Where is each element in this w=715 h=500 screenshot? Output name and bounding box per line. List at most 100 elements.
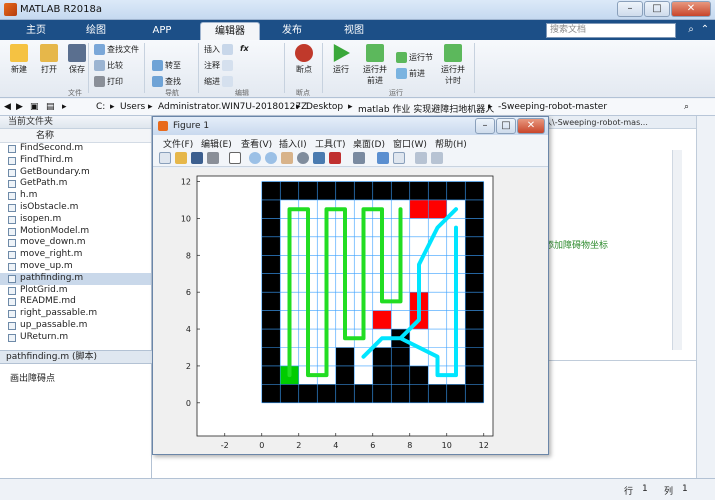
path-part-1[interactable]: Users [120, 102, 145, 112]
file-item[interactable]: move_down.m [0, 237, 151, 249]
figure-maximize-button[interactable]: □ [496, 118, 516, 134]
file-item[interactable]: FindThird.m [0, 155, 151, 167]
pan-icon[interactable] [281, 152, 293, 164]
colorbar-icon[interactable] [377, 152, 389, 164]
command-window[interactable] [545, 360, 696, 491]
run-time-button[interactable]: 运行并 计时 [436, 44, 470, 86]
minimize-button[interactable]: – [617, 1, 643, 17]
obstacle-cell [465, 199, 484, 219]
brush-icon[interactable] [329, 152, 341, 164]
run-section-button[interactable]: 运行节 [396, 52, 433, 63]
menu-desktop[interactable]: 桌面(D) [353, 137, 385, 150]
breakpoints-button[interactable]: 断点 [290, 44, 318, 75]
tab-editor[interactable]: 编辑器 [200, 22, 260, 40]
obstacle-cell [465, 181, 484, 200]
search-input[interactable]: 搜索文档 [546, 23, 676, 38]
free-cell [428, 292, 447, 311]
indent-button[interactable]: 缩进 [204, 76, 233, 87]
file-item[interactable]: README.md [0, 296, 151, 308]
file-item[interactable]: up_passable.m [0, 320, 151, 332]
file-name: GetBoundary.m [20, 166, 90, 177]
find-files-button[interactable]: 查找文件 [94, 44, 139, 55]
zoom-out-icon[interactable] [265, 152, 277, 164]
menu-view[interactable]: 查看(V) [241, 137, 272, 150]
file-item[interactable]: move_up.m [0, 261, 151, 273]
forward-icon[interactable]: ▶ [16, 102, 23, 112]
rotate-icon[interactable] [297, 152, 309, 164]
pointer-icon[interactable] [229, 152, 241, 164]
advance-button[interactable]: 前进 [396, 68, 425, 79]
menu-edit[interactable]: 编辑(E) [201, 137, 232, 150]
tab-publish[interactable]: 发布 [270, 22, 314, 40]
close-button[interactable]: ✕ [671, 1, 711, 17]
figure-window[interactable]: Figure 1 – □ ✕ 文件(F) 编辑(E) 查看(V) 插入(I) 工… [152, 116, 549, 455]
editor-scrollbar[interactable] [672, 150, 682, 350]
file-item[interactable]: isopen.m [0, 214, 151, 226]
path-part-4[interactable]: matlab 作业 实现避障扫地机器人 [358, 102, 494, 115]
file-name: move_down.m [20, 237, 86, 248]
figure-close-button[interactable]: ✕ [517, 118, 545, 134]
file-item[interactable]: pathfinding.m [0, 272, 151, 285]
save-figure-icon[interactable] [191, 152, 203, 164]
name-column-header[interactable]: 名称 [0, 129, 151, 143]
tab-plots[interactable]: 绘图 [74, 22, 118, 40]
print-figure-icon[interactable] [207, 152, 219, 164]
path-part-0[interactable]: C: [96, 102, 105, 112]
data-cursor-icon[interactable] [313, 152, 325, 164]
show-plot-tools-icon[interactable] [431, 152, 443, 164]
maximize-button[interactable]: □ [644, 1, 670, 17]
open-file-icon[interactable] [175, 152, 187, 164]
legend-icon[interactable] [393, 152, 405, 164]
menu-help[interactable]: 帮助(H) [435, 137, 467, 150]
comment-button[interactable]: 注释 [204, 60, 233, 71]
menu-file[interactable]: 文件(F) [163, 137, 193, 150]
file-item[interactable]: FindSecond.m [0, 143, 151, 155]
find-button[interactable]: 查找 [152, 76, 181, 87]
path-part-2[interactable]: Administrator.WIN7U-20180127Z [158, 102, 307, 112]
run-button[interactable]: 运行 [328, 44, 354, 75]
file-item[interactable]: right_passable.m [0, 308, 151, 320]
file-item[interactable]: GetBoundary.m [0, 167, 151, 179]
new-figure-icon[interactable] [159, 152, 171, 164]
tab-view[interactable]: 视图 [332, 22, 376, 40]
file-item[interactable]: h.m [0, 190, 151, 202]
file-item[interactable]: PlotGrid.m [0, 285, 151, 297]
obstacle-cell [391, 181, 410, 200]
address-bar[interactable]: ◀ ▶ ▣ ▤ ▸ C: ▸ Users ▸ Administrator.WIN… [0, 99, 715, 116]
file-item[interactable]: UReturn.m [0, 332, 151, 344]
file-item[interactable]: isObstacle.m [0, 202, 151, 214]
new-button[interactable]: 新建 [6, 44, 32, 75]
goto-button[interactable]: 转至 [152, 60, 181, 71]
hide-plot-tools-icon[interactable] [415, 152, 427, 164]
link-plot-icon[interactable] [353, 152, 365, 164]
tab-apps[interactable]: APP [140, 22, 184, 40]
up-folder-icon[interactable]: ▣ [30, 102, 39, 112]
file-item[interactable]: MotionModel.m [0, 226, 151, 238]
path-part-5[interactable]: -Sweeping-robot-master [498, 102, 607, 112]
obstacle-cell [298, 181, 318, 200]
open-button[interactable]: 打开 [36, 44, 62, 75]
figure-canvas[interactable]: -2 0 2 4 6 8 10 12 0 2 4 6 8 10 12 [153, 168, 548, 454]
browse-icon[interactable]: ▤ [46, 102, 55, 112]
menu-tools[interactable]: 工具(T) [315, 137, 346, 150]
save-button[interactable]: 保存 [64, 44, 90, 75]
compare-button[interactable]: 比较 [94, 60, 123, 71]
back-icon[interactable]: ◀ [4, 102, 11, 112]
menu-window[interactable]: 窗口(W) [393, 137, 427, 150]
fx-button[interactable]: fx [240, 44, 249, 53]
figure-minimize-button[interactable]: – [475, 118, 495, 134]
path-part-3[interactable]: Desktop [306, 102, 343, 112]
drive-icon: ▸ [62, 102, 67, 112]
print-button[interactable]: 打印 [94, 76, 123, 87]
search-icon[interactable]: ⌕ [684, 23, 698, 37]
file-item[interactable]: move_right.m [0, 249, 151, 261]
path-search-icon[interactable]: ⌕ [684, 102, 689, 112]
insert-button[interactable]: 插入 [204, 44, 233, 55]
tab-home[interactable]: 主页 [14, 22, 58, 40]
ribbon-collapse-icon[interactable]: ⌃ [698, 23, 712, 37]
file-name: pathfinding.m [20, 272, 84, 283]
file-item[interactable]: GetPath.m [0, 178, 151, 190]
zoom-in-icon[interactable] [249, 152, 261, 164]
menu-insert[interactable]: 插入(I) [279, 137, 307, 150]
run-advance-button[interactable]: 运行并 前进 [358, 44, 392, 86]
